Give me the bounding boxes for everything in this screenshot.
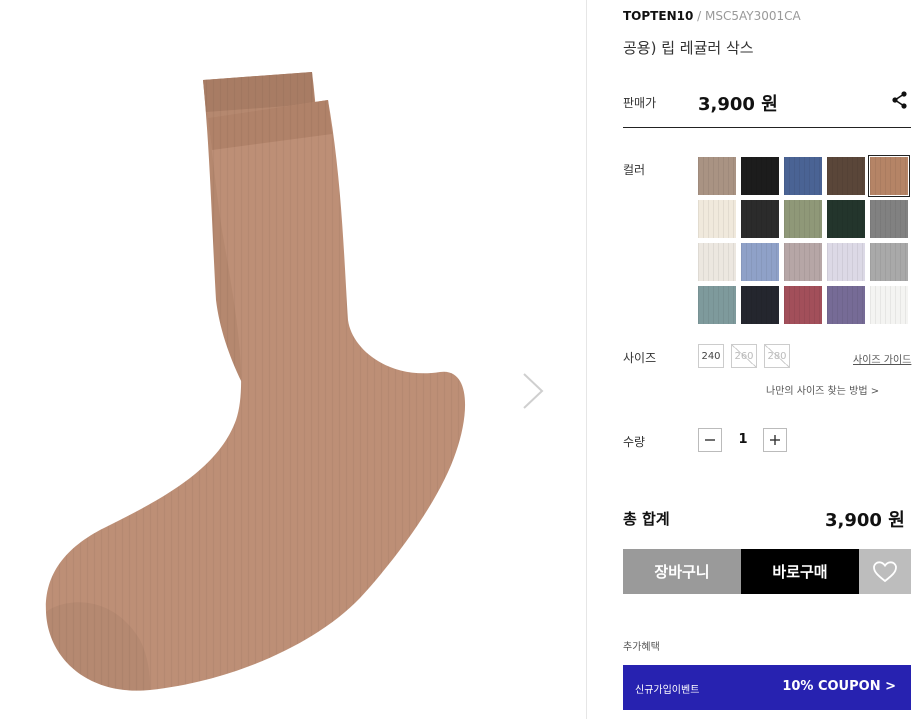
color-swatch[interactable]: [741, 286, 779, 324]
buy-now-button[interactable]: 바로구매: [741, 549, 859, 594]
size-label: 사이즈: [623, 351, 657, 365]
price-divider: [623, 127, 911, 128]
price-label: 판매가: [623, 96, 657, 110]
color-swatch[interactable]: [698, 286, 736, 324]
color-swatch[interactable]: [868, 155, 910, 197]
share-icon[interactable]: [890, 90, 910, 110]
brand-name[interactable]: TOPTEN10: [623, 9, 693, 23]
sock-illustration: [45, 72, 466, 691]
minus-icon: [705, 439, 715, 441]
front-sock: [45, 100, 466, 691]
color-label: 컬러: [623, 163, 646, 177]
wishlist-button[interactable]: [859, 549, 911, 594]
color-swatch[interactable]: [827, 286, 865, 324]
quantity-plus-button[interactable]: [763, 428, 787, 452]
color-swatch[interactable]: [870, 286, 908, 324]
color-swatch[interactable]: [698, 243, 736, 281]
total-value: 3,900 원: [825, 510, 905, 531]
brand-line: TOPTEN10 / MSC5AY3001CA: [623, 9, 801, 23]
signup-coupon-banner[interactable]: 신규가입이벤트 10% COUPON >: [623, 665, 911, 710]
add-to-cart-button[interactable]: 장바구니: [623, 549, 741, 594]
color-swatch[interactable]: [827, 243, 865, 281]
quantity-minus-button[interactable]: [698, 428, 722, 452]
color-swatch[interactable]: [870, 200, 908, 238]
color-swatch[interactable]: [827, 157, 865, 195]
color-swatch[interactable]: [784, 200, 822, 238]
product-title: 공용) 립 레귤러 삭스: [623, 39, 754, 57]
color-swatch-grid: [698, 155, 912, 325]
size-option-260-soldout[interactable]: 260: [731, 344, 757, 368]
panel-divider: [586, 0, 587, 719]
color-swatch[interactable]: [784, 157, 822, 195]
color-swatch[interactable]: [870, 243, 908, 281]
size-option-240[interactable]: 240: [698, 344, 724, 368]
quantity-label: 수량: [623, 435, 646, 449]
color-swatch[interactable]: [741, 200, 779, 238]
heart-icon: [873, 560, 897, 582]
price-value: 3,900 원: [698, 94, 778, 115]
product-image: [0, 0, 560, 719]
plus-icon: [770, 435, 780, 445]
size-guide-link[interactable]: 사이즈 가이드: [853, 351, 911, 366]
color-swatch[interactable]: [827, 200, 865, 238]
color-swatch[interactable]: [698, 157, 736, 195]
extra-benefit-label: 추가혜택: [623, 642, 660, 653]
size-option-280-soldout[interactable]: 280: [764, 344, 790, 368]
quantity-value[interactable]: 1: [736, 432, 750, 447]
size-finder-link[interactable]: 나만의 사이즈 찾는 방법 >: [766, 382, 879, 397]
total-label: 총 합계: [623, 510, 670, 528]
product-code: MSC5AY3001CA: [705, 9, 801, 23]
next-image-chevron-icon[interactable]: [518, 370, 548, 412]
coupon-text: 10% COUPON >: [782, 679, 896, 694]
color-swatch[interactable]: [741, 243, 779, 281]
color-swatch[interactable]: [741, 157, 779, 195]
coupon-event-label: 신규가입이벤트: [635, 685, 700, 696]
color-swatch[interactable]: [698, 200, 736, 238]
color-swatch[interactable]: [784, 286, 822, 324]
color-swatch[interactable]: [784, 243, 822, 281]
brand-separator: /: [697, 9, 702, 23]
